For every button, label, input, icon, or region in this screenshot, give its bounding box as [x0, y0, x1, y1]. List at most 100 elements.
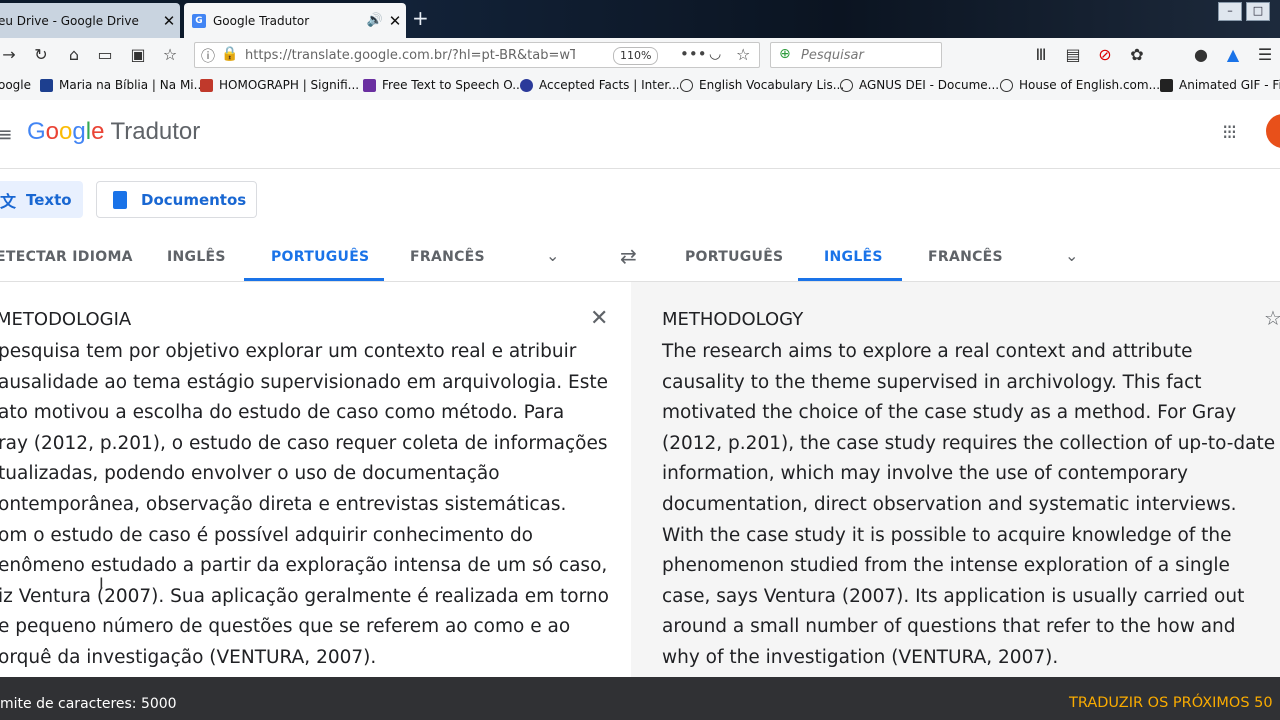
- url-text[interactable]: https://translate.google.com.br/?hl=pt-B…: [245, 48, 575, 63]
- tab-title: Google Tradutor: [213, 13, 310, 28]
- translation-text: The research aims to explore a real cont…: [662, 337, 1275, 674]
- bookmark-label: English Vocabulary Lis...: [699, 78, 845, 92]
- source-line: iz Ventura (2007). Sua aplicação geralme…: [0, 585, 609, 607]
- bookmark-label: Free Text to Speech O...: [382, 78, 524, 92]
- source-text-area[interactable]: pesquisa tem por objetivo explorar um co…: [0, 337, 609, 674]
- tab-google-drive[interactable]: eu Drive - Google Drive ✕: [0, 3, 180, 38]
- google-logo-text: Google: [27, 118, 105, 145]
- apps-grid-icon[interactable]: ⁝⁝⁝: [1222, 120, 1237, 144]
- star-icon: [40, 78, 53, 92]
- library-icon[interactable]: Ⅲ: [1032, 46, 1050, 64]
- account-icon[interactable]: ●: [1192, 46, 1210, 64]
- globe-icon: [840, 78, 853, 92]
- lang-target-french[interactable]: FRANCÊS: [928, 249, 1003, 265]
- speaker-icon[interactable]: 🔊: [366, 13, 384, 28]
- adblock-icon[interactable]: ⊘: [1096, 46, 1114, 64]
- bookmark-label: Accepted Facts | Inter...: [539, 78, 680, 92]
- titlebar-background: [400, 0, 1280, 38]
- zoom-level[interactable]: 110%: [613, 47, 659, 65]
- close-icon[interactable]: ✕: [158, 12, 180, 30]
- target-line: why of the investigation (VENTURA, 2007)…: [662, 646, 1059, 668]
- swap-languages-icon[interactable]: ⇄: [620, 244, 637, 268]
- tab-sync-icon[interactable]: ▣: [129, 46, 147, 64]
- bookmark-label: HOMOGRAPH | Signifi...: [219, 78, 360, 92]
- lang-source-english[interactable]: INGLÊS: [167, 249, 226, 265]
- bookmark-manager-icon[interactable]: ☆: [161, 46, 179, 64]
- lock-icon: 🔒: [221, 46, 239, 62]
- search-icon: ⊕: [779, 46, 791, 62]
- save-star-icon[interactable]: ☆: [1264, 306, 1280, 330]
- bookmark-item[interactable]: Maria na Bíblia | Na Mi...: [40, 78, 205, 92]
- translate-icon: 文: [0, 191, 17, 211]
- bookmark-label: oogle: [0, 78, 32, 92]
- source-line: pesquisa tem por objetivo explorar um co…: [0, 341, 577, 362]
- url-bar[interactable]: ⓘ 🔒 https://translate.google.com.br/?hl=…: [194, 42, 760, 68]
- bookmark-item[interactable]: Animated GIF - Fin: [1160, 78, 1280, 92]
- lang-target-portuguese[interactable]: PORTUGUÊS: [685, 249, 783, 265]
- source-line: ausalidade ao tema estágio supervisionad…: [0, 371, 608, 393]
- chevron-down-icon[interactable]: ⌄: [546, 246, 559, 265]
- maximize-icon[interactable]: □: [1246, 2, 1270, 21]
- text-mode-button[interactable]: 文 Texto: [0, 181, 83, 218]
- reload-icon[interactable]: ↻: [32, 46, 50, 64]
- avatar[interactable]: [1266, 114, 1280, 148]
- bookmarks-bar: oogle Maria na Bíblia | Na Mi... HOMOGRA…: [0, 72, 1280, 101]
- target-line: case, says Ventura (2007). Its applicati…: [662, 585, 1245, 607]
- bookmark-label: AGNUS DEI - Docume...: [859, 78, 1000, 92]
- source-line: om o estudo de caso é possível adquirir …: [0, 524, 534, 546]
- pocket-icon[interactable]: ◡: [709, 46, 721, 62]
- bookmark-label: House of English.com....: [1019, 78, 1164, 92]
- source-line: orquê da investigação (VENTURA, 2007).: [0, 646, 377, 668]
- bookmark-item[interactable]: English Vocabulary Lis...: [680, 78, 844, 92]
- search-placeholder: Pesquisar: [801, 48, 864, 63]
- bookmark-label: Maria na Bíblia | Na Mi...: [59, 78, 206, 92]
- documents-mode-button[interactable]: Documentos: [96, 181, 257, 218]
- home-icon[interactable]: ⌂: [65, 46, 83, 64]
- google-tradutor-logo[interactable]: Google Tradutor: [27, 118, 200, 146]
- lang-detect[interactable]: ETECTAR IDIOMA: [0, 249, 133, 265]
- bookmark-item[interactable]: Accepted Facts | Inter...: [520, 78, 680, 92]
- new-tab-icon[interactable]: +: [412, 6, 429, 30]
- target-line: phenomenon studied from the intense expl…: [662, 555, 1230, 577]
- bookmark-item[interactable]: AGNUS DEI - Docume...: [840, 78, 999, 92]
- target-line: around a small number of questions that …: [662, 616, 1236, 638]
- extension-icon[interactable]: ✿: [1128, 46, 1146, 64]
- google-translate-favicon-icon: G: [192, 13, 206, 28]
- sidebar-icon[interactable]: ▤: [1064, 46, 1082, 64]
- translate-next-button[interactable]: TRADUZIR OS PRÓXIMOS 50: [1069, 695, 1273, 711]
- drive-extension-icon[interactable]: ▲: [1224, 46, 1242, 64]
- bookmark-item[interactable]: House of English.com....: [1000, 78, 1164, 92]
- minimize-icon[interactable]: –: [1218, 2, 1242, 21]
- menu-icon[interactable]: ☰: [1256, 46, 1274, 64]
- bookmark-item[interactable]: Free Text to Speech O...: [363, 78, 524, 92]
- bookmark-star-icon[interactable]: ☆: [736, 45, 750, 64]
- source-line: enômeno estudado a partir da exploração …: [0, 555, 608, 577]
- documents-mode-label: Documentos: [141, 190, 247, 209]
- main-menu-icon[interactable]: ≡: [0, 122, 13, 146]
- source-line: ato motivou a escolha do estudo de caso …: [0, 402, 565, 424]
- folder-icon[interactable]: ▭: [96, 46, 114, 64]
- source-heading[interactable]: METODOLOGIA: [0, 309, 131, 330]
- close-icon[interactable]: ✕: [384, 12, 406, 30]
- target-line: The research aims to explore a real cont…: [662, 341, 1193, 362]
- lang-target-english[interactable]: INGLÊS: [824, 249, 883, 265]
- target-line: information, which may involve the use o…: [662, 463, 1188, 485]
- lang-source-portuguese[interactable]: PORTUGUÊS: [271, 249, 369, 265]
- gif-icon: [1160, 78, 1173, 92]
- info-icon[interactable]: ⓘ: [201, 46, 215, 66]
- lang-source-french[interactable]: FRANCÊS: [410, 249, 485, 265]
- search-input[interactable]: ⊕ Pesquisar: [770, 42, 942, 68]
- globe-icon: [680, 78, 693, 92]
- target-line: documentation, direct observation and sy…: [662, 493, 1237, 515]
- shield-icon: [200, 78, 213, 92]
- chevron-down-icon[interactable]: ⌄: [1065, 246, 1078, 265]
- text-cursor-icon: I: [99, 574, 104, 593]
- clear-text-icon[interactable]: ✕: [590, 306, 608, 331]
- forward-icon[interactable]: →: [0, 46, 18, 64]
- tab-google-tradutor[interactable]: G Google Tradutor 🔊 ✕: [184, 3, 406, 38]
- target-heading: METHODOLOGY: [662, 309, 804, 330]
- more-actions-icon[interactable]: •••: [680, 45, 707, 63]
- bookmark-item[interactable]: oogle: [0, 78, 31, 92]
- bookmark-item[interactable]: HOMOGRAPH | Signifi...: [200, 78, 359, 92]
- text-mode-label: Texto: [26, 190, 72, 209]
